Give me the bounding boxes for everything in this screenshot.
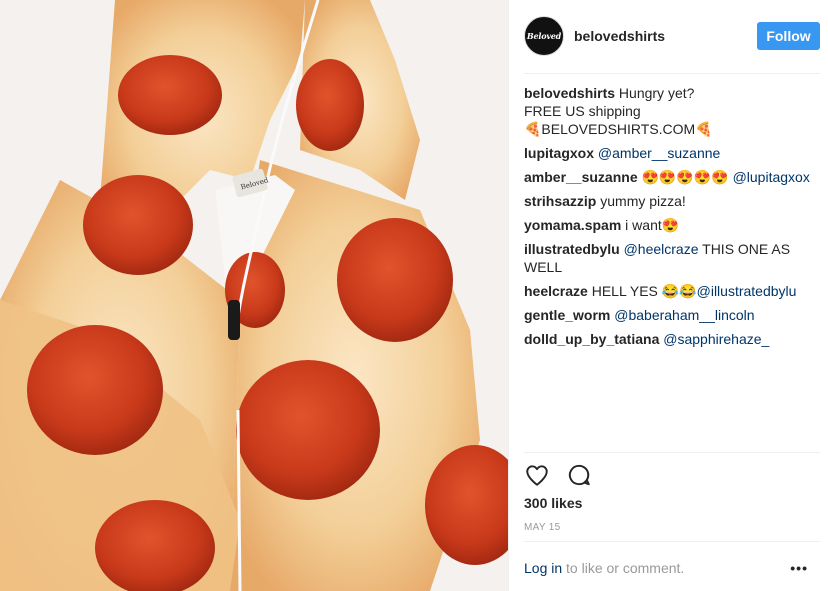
comment-row: lupitagxox @amber__suzanne: [524, 144, 816, 162]
comment-row: strihsazzip yummy pizza!: [524, 192, 816, 210]
caption-line-1: Hungry yet?: [618, 85, 695, 101]
login-prompt-text: to like or comment.: [562, 560, 685, 576]
post-sidebar: Beloved belovedshirts Follow belovedshir…: [508, 0, 828, 591]
pizza-hoodie-image: Beloved: [0, 0, 508, 591]
comment-mention[interactable]: @sapphirehaze_: [663, 331, 769, 347]
comment-mention[interactable]: @illustratedbylu: [697, 283, 797, 299]
comment-username[interactable]: heelcraze: [524, 283, 588, 299]
divider: [524, 73, 820, 74]
action-bar: [524, 462, 608, 488]
comment-username[interactable]: amber__suzanne: [524, 169, 638, 185]
comment-text: 😍😍😍😍😍: [641, 169, 733, 185]
comment-text: HELL YES 😂😂: [591, 283, 697, 299]
header-username[interactable]: belovedshirts: [574, 28, 665, 44]
more-options-icon[interactable]: •••: [790, 560, 808, 576]
comment-mention[interactable]: @amber__suzanne: [598, 145, 720, 161]
comment-username[interactable]: yomama.spam: [524, 217, 621, 233]
comment-row: heelcraze HELL YES 😂😂@illustratedbylu: [524, 282, 816, 300]
likes-count[interactable]: 300 likes: [524, 495, 582, 511]
login-prompt: Log in to like or comment.: [524, 560, 684, 576]
comment-row: gentle_worm @baberaham__lincoln: [524, 306, 816, 324]
comment-username[interactable]: lupitagxox: [524, 145, 594, 161]
divider: [524, 452, 820, 453]
post-date[interactable]: MAY 15: [524, 522, 560, 533]
comment-row: dolld_up_by_tatiana @sapphirehaze_: [524, 330, 816, 348]
comments-list: belovedshirts Hungry yet? FREE US shippi…: [524, 84, 816, 354]
comment-row: yomama.spam i want😍: [524, 216, 816, 234]
avatar-logo-text: Beloved: [526, 31, 562, 41]
comment-username[interactable]: dolld_up_by_tatiana: [524, 331, 659, 347]
comment-row: amber__suzanne 😍😍😍😍😍 @lupitagxox: [524, 168, 816, 186]
comment-username[interactable]: gentle_worm: [524, 307, 610, 323]
comment-mention[interactable]: @heelcraze: [624, 241, 699, 257]
login-link[interactable]: Log in: [524, 560, 562, 576]
caption-line-2: FREE US shipping: [524, 103, 641, 119]
comment-text: yummy pizza!: [600, 193, 686, 209]
comment-mention[interactable]: @baberaham__lincoln: [614, 307, 754, 323]
comment-username[interactable]: illustratedbylu: [524, 241, 620, 257]
divider: [524, 541, 820, 542]
comment-mention[interactable]: @lupitagxox: [733, 169, 810, 185]
comment-row: illustratedbylu @heelcraze THIS ONE AS W…: [524, 240, 816, 276]
post-photo[interactable]: Beloved: [0, 0, 508, 591]
comment-username[interactable]: strihsazzip: [524, 193, 596, 209]
caption-line-3: 🍕BELOVEDSHIRTS.COM🍕: [524, 121, 713, 137]
comment-bubble-icon[interactable]: [566, 462, 592, 488]
heart-icon[interactable]: [524, 462, 550, 488]
caption: belovedshirts Hungry yet? FREE US shippi…: [524, 84, 816, 138]
caption-username[interactable]: belovedshirts: [524, 85, 615, 101]
avatar[interactable]: Beloved: [524, 16, 564, 56]
follow-button[interactable]: Follow: [757, 22, 820, 50]
post-header: Beloved belovedshirts Follow: [524, 14, 820, 58]
comment-text: i want😍: [625, 217, 680, 233]
